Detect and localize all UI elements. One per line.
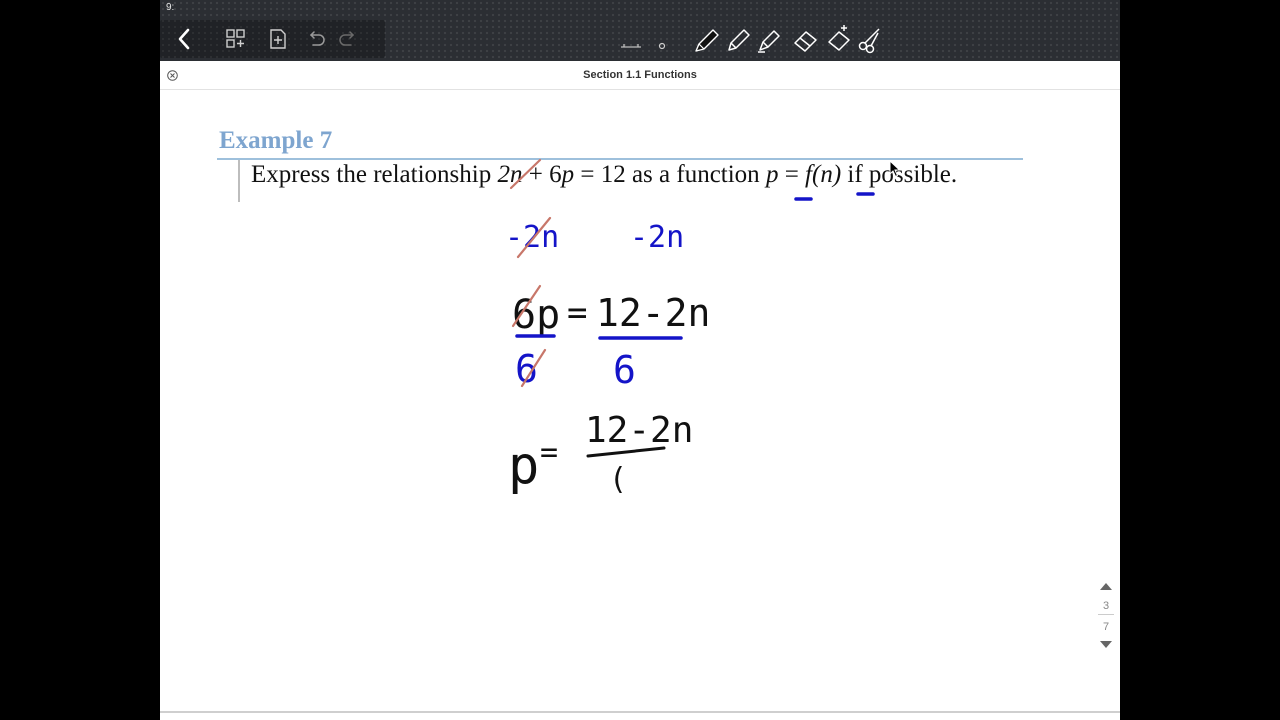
bottom-divider <box>160 711 1120 713</box>
pen-icon[interactable] <box>690 24 724 56</box>
note-page[interactable]: Example 7 Express the relationship 2n + … <box>160 90 1120 710</box>
current-page: 3 <box>1102 600 1110 612</box>
toolbar: 9: <box>160 0 1120 61</box>
document-title: Section 1.1 Functions <box>583 69 697 81</box>
page-separator <box>1098 614 1114 615</box>
hw-equals-2: = <box>540 435 558 470</box>
red-strike-2n <box>509 158 542 190</box>
hw-minus-2n-left: -2n <box>505 220 559 255</box>
shape-icon[interactable] <box>655 39 669 53</box>
page-up-icon[interactable] <box>1098 580 1114 592</box>
back-icon[interactable] <box>174 27 194 51</box>
document-header: Section 1.1 Functions <box>160 61 1120 90</box>
pencil-icon[interactable] <box>723 24 755 56</box>
mouse-cursor-icon <box>889 159 901 183</box>
status-time: 9: <box>166 2 175 13</box>
page-down-icon[interactable] <box>1098 638 1114 650</box>
add-page-icon[interactable] <box>266 27 290 51</box>
handwriting-layer: -2n -2n 6p = 12-2n 6 6 p = 12-2n ( <box>505 158 875 497</box>
hw-12-2n: 12-2n <box>596 291 710 335</box>
notes-app: 9: Section 1.1 Functions Example 7 Expre… <box>160 0 1120 720</box>
redo-icon[interactable] <box>336 29 360 49</box>
thumbnails-icon[interactable] <box>224 27 248 51</box>
scissors-icon[interactable] <box>854 24 886 56</box>
hw-p: p <box>508 436 539 496</box>
undo-icon[interactable] <box>304 29 328 49</box>
highlighter-icon[interactable] <box>754 24 786 56</box>
hw-12-2n-num: 12-2n <box>585 410 693 451</box>
hw-6-den-left: 6 <box>515 347 538 391</box>
eraser-icon[interactable] <box>790 26 822 54</box>
lasso-icon[interactable] <box>619 38 643 52</box>
total-pages: 7 <box>1102 621 1110 633</box>
page-indicator: 3 7 <box>1095 578 1117 652</box>
hw-minus-2n-right: -2n <box>630 220 684 255</box>
smart-eraser-icon[interactable] <box>823 24 855 56</box>
hw-partial-den: ( <box>609 462 627 497</box>
hw-6-den-right: 6 <box>613 348 636 392</box>
hw-equals-1: = <box>567 293 587 333</box>
